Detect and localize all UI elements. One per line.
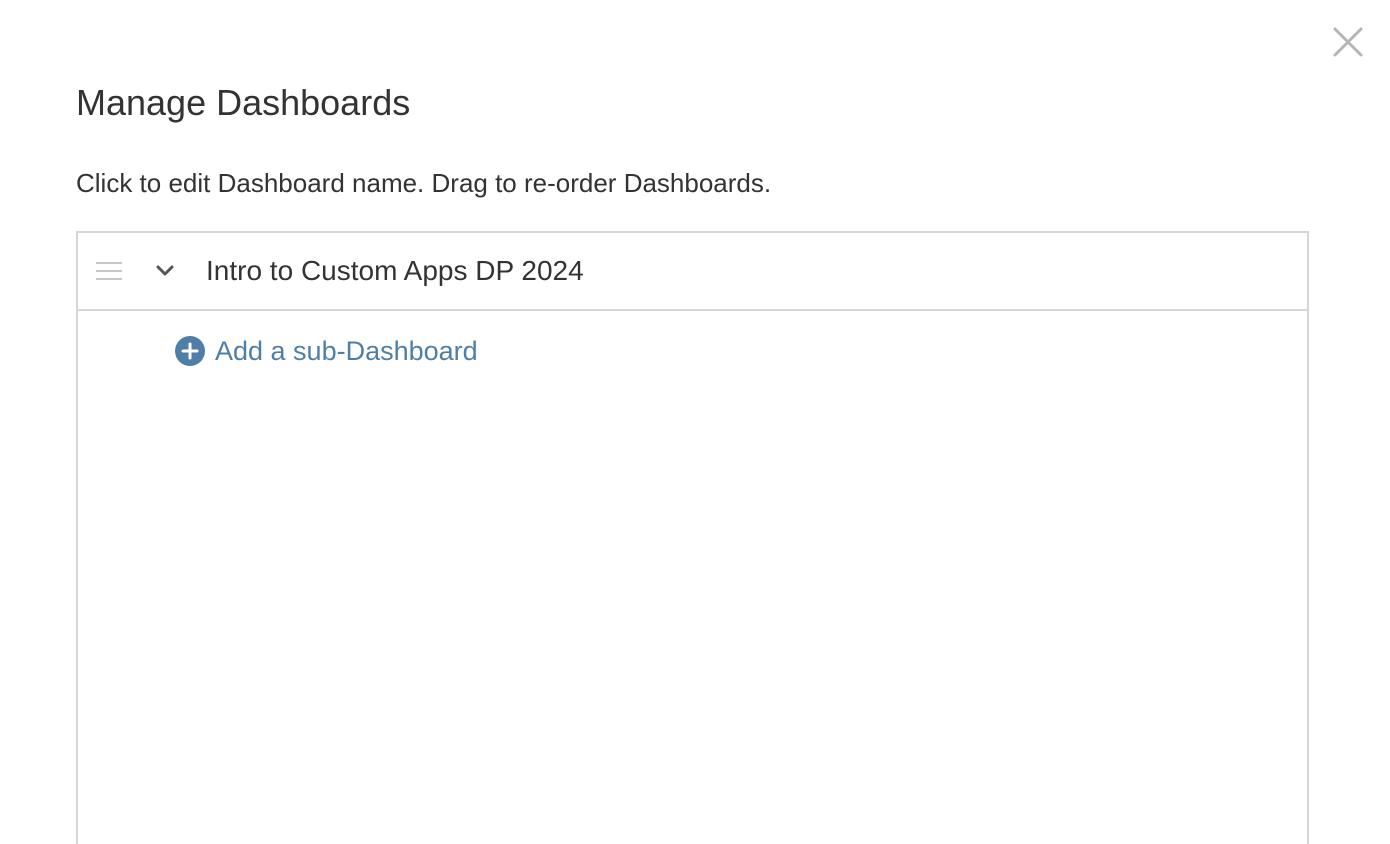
manage-dashboards-dialog: Manage Dashboards Click to edit Dashboar… <box>0 0 1390 844</box>
expand-toggle[interactable] <box>154 261 176 281</box>
close-icon <box>1333 27 1363 57</box>
dashboard-list: Intro to Custom Apps DP 2024 Add a sub-D… <box>76 231 1309 844</box>
add-sub-dashboard-label: Add a sub-Dashboard <box>215 336 478 366</box>
chevron-down-icon <box>156 265 174 276</box>
drag-handle-icon <box>96 262 122 280</box>
plus-circle-icon <box>175 336 205 366</box>
dashboard-name[interactable]: Intro to Custom Apps DP 2024 <box>206 253 584 289</box>
dashboard-row[interactable]: Intro to Custom Apps DP 2024 <box>78 233 1307 311</box>
add-sub-dashboard-button[interactable]: Add a sub-Dashboard <box>175 333 478 369</box>
drag-handle[interactable] <box>96 260 122 282</box>
close-button[interactable] <box>1330 24 1366 60</box>
dialog-instructions: Click to edit Dashboard name. Drag to re… <box>76 168 772 198</box>
dialog-title: Manage Dashboards <box>76 82 411 123</box>
